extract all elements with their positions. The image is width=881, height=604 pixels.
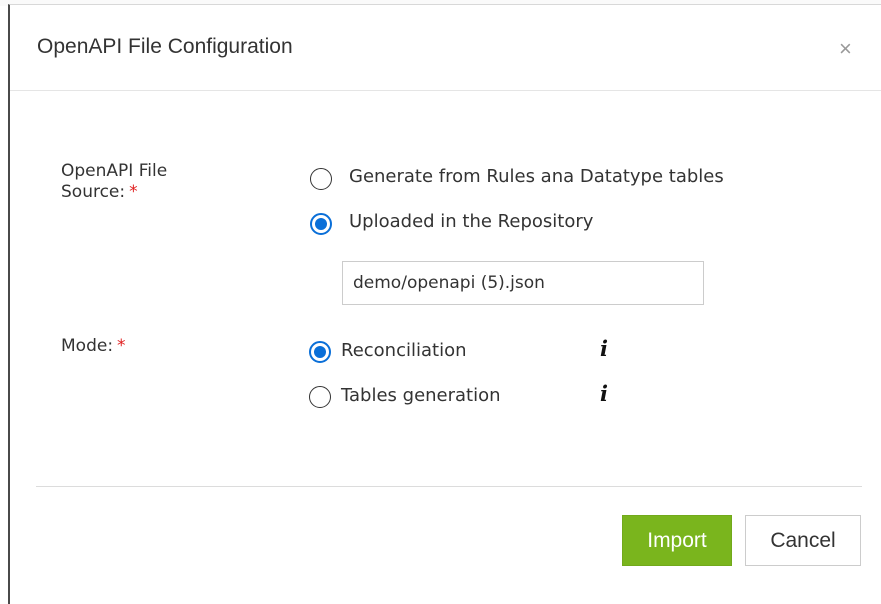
source-field-label: OpenAPI File Source: * [61, 161, 241, 203]
tables-generation-info-icon[interactable]: i [600, 383, 608, 404]
option-reconciliation-label[interactable]: Reconciliation [341, 340, 467, 362]
footer-divider [36, 486, 862, 487]
source-label-text: OpenAPI File Source: [61, 161, 168, 202]
radio-uploaded-in-repository[interactable] [310, 213, 332, 235]
reconciliation-info-icon[interactable]: i [600, 338, 608, 359]
option-uploaded-in-repository-label[interactable]: Uploaded in the Repository [349, 211, 593, 233]
dialog-title: OpenAPI File Configuration [37, 35, 293, 58]
radio-tables-generation[interactable] [309, 386, 331, 408]
mode-label-text: Mode: [61, 336, 114, 356]
mode-field-label: Mode: * [61, 336, 126, 357]
cancel-button[interactable]: Cancel [745, 515, 861, 566]
close-icon[interactable]: × [839, 38, 852, 60]
import-button[interactable]: Import [622, 515, 732, 566]
radio-generate-from-tables[interactable] [310, 168, 332, 190]
dialog-header: OpenAPI File Configuration × [10, 5, 881, 91]
source-required-mark: * [129, 182, 138, 202]
option-tables-generation-label[interactable]: Tables generation [341, 385, 501, 407]
openapi-config-dialog: OpenAPI File Configuration × OpenAPI Fil… [8, 4, 881, 604]
file-path-input[interactable] [342, 261, 704, 305]
option-generate-from-tables-label[interactable]: Generate from Rules ana Datatype tables [349, 166, 724, 188]
radio-reconciliation[interactable] [309, 341, 331, 363]
mode-required-mark: * [117, 336, 126, 356]
